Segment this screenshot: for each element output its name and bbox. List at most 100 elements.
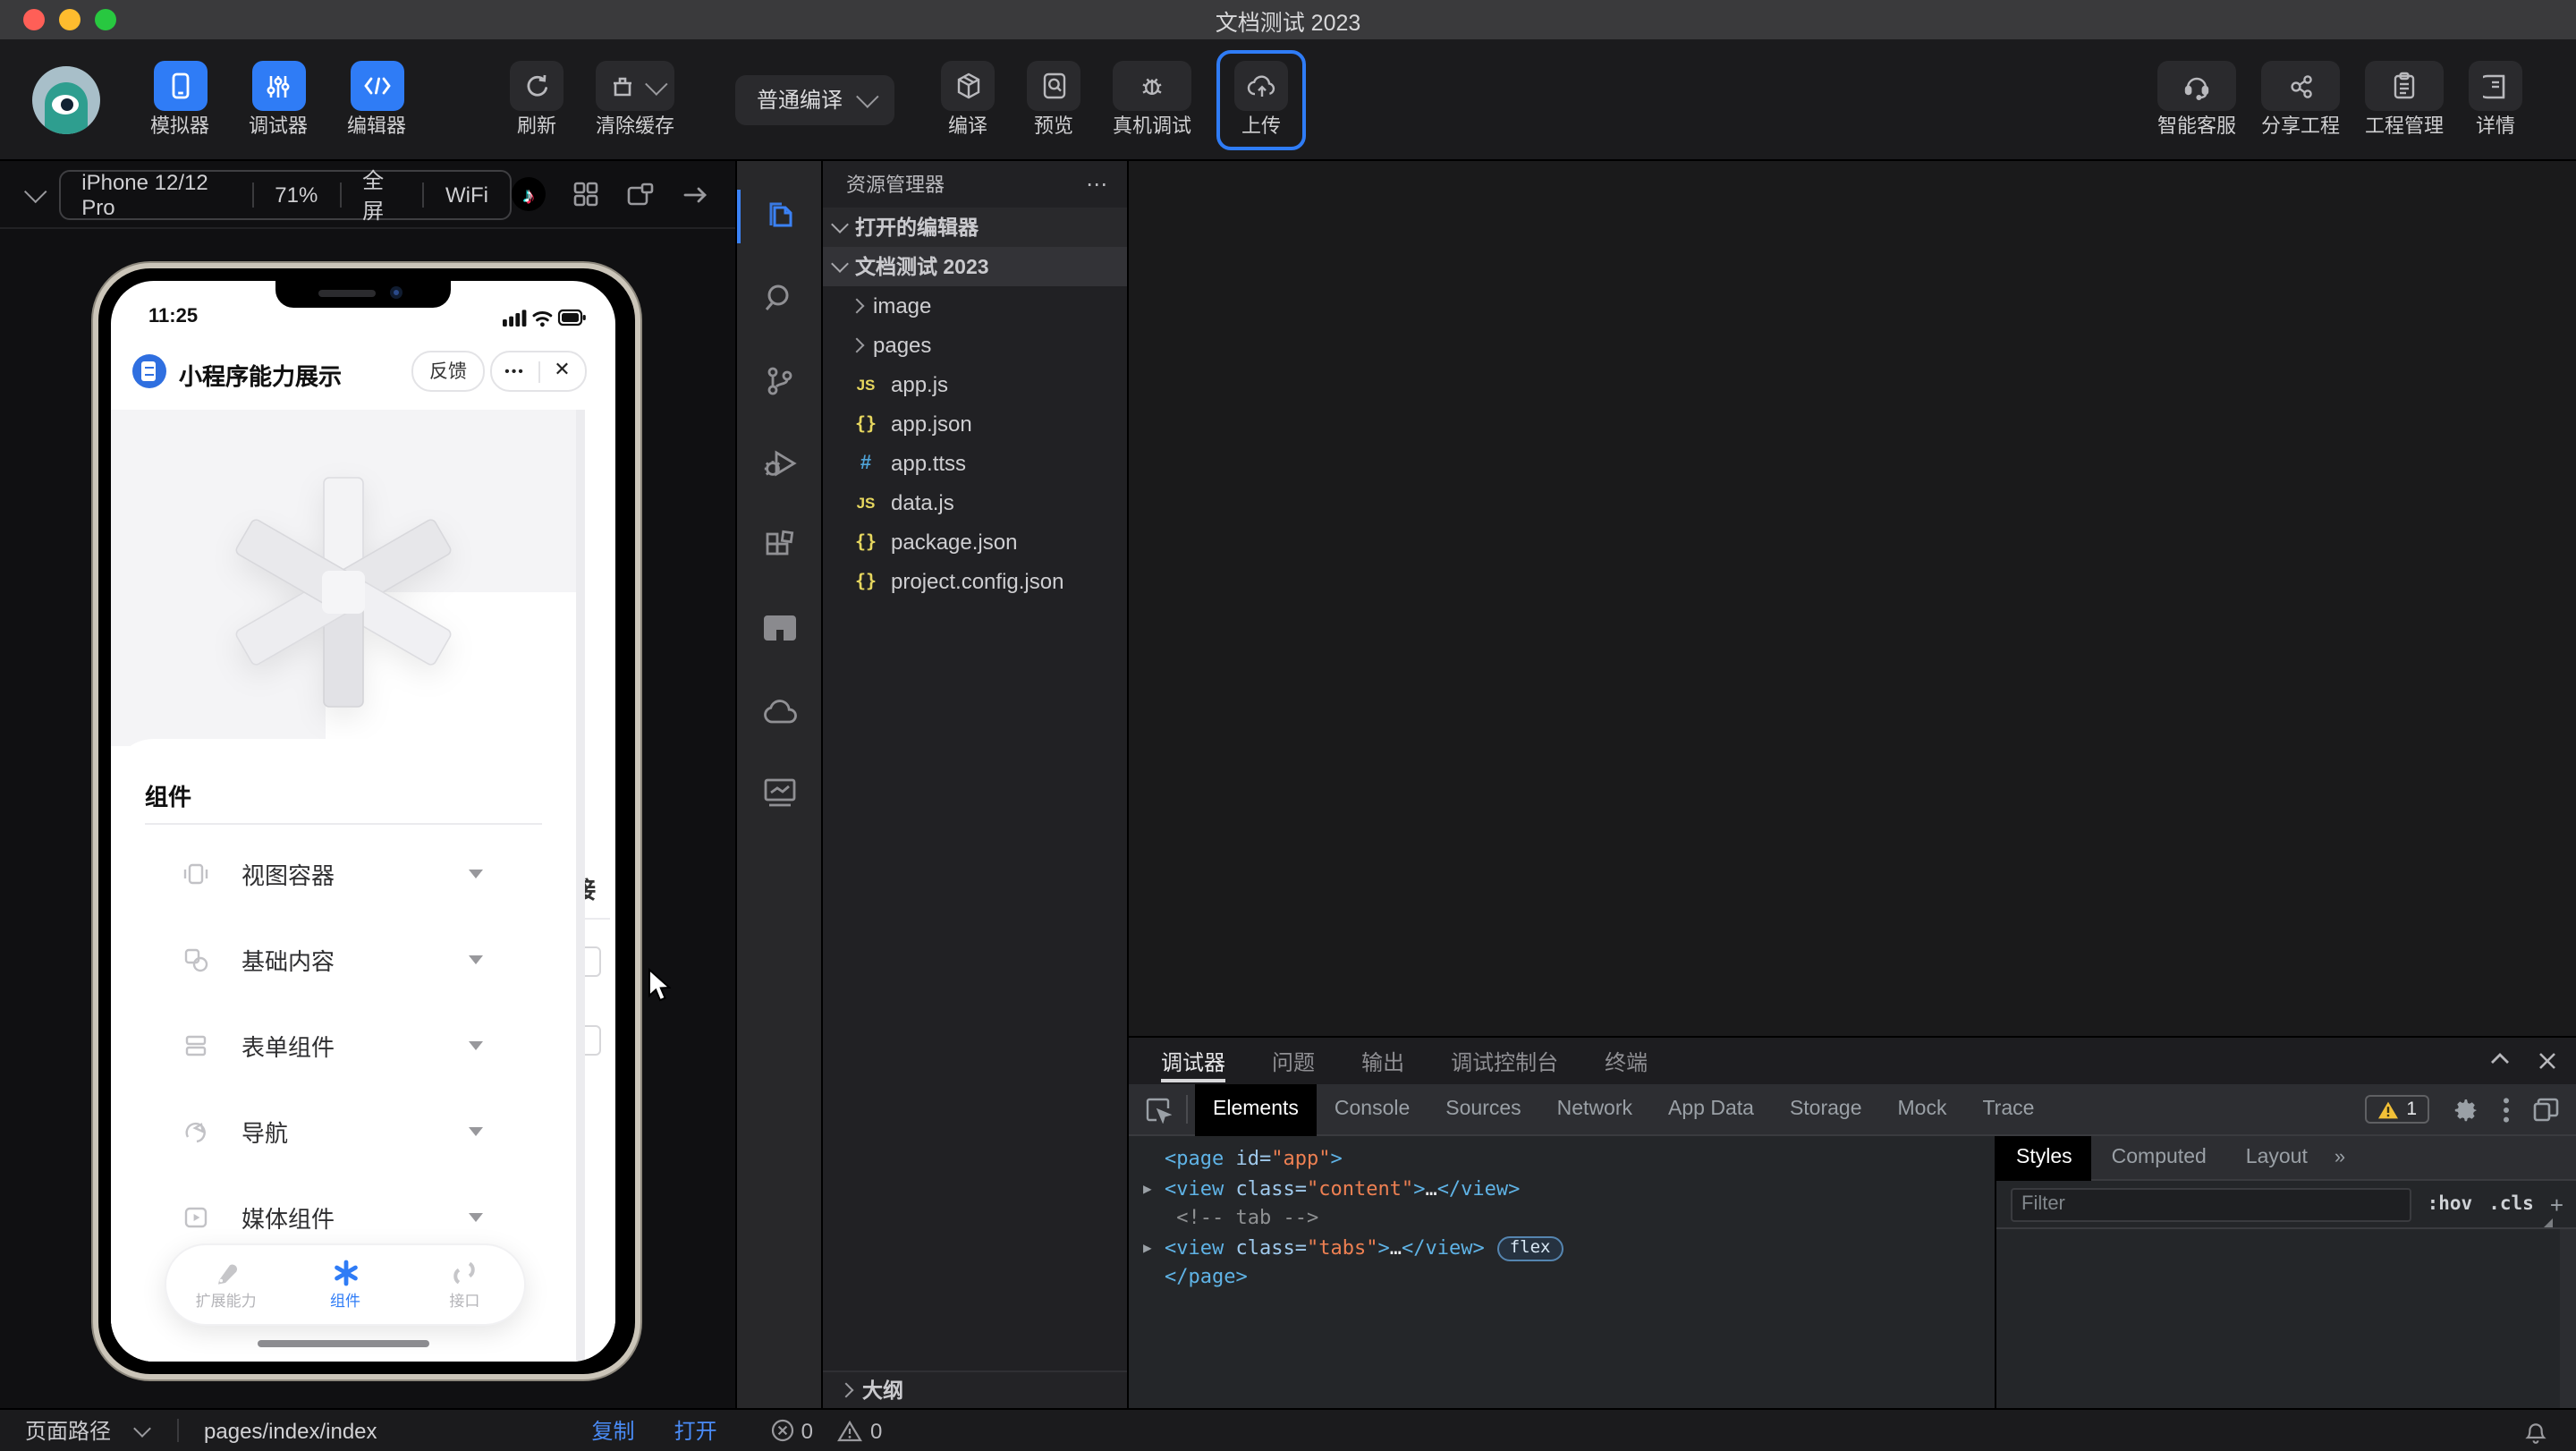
activity-search[interactable]	[737, 258, 823, 340]
styles-tab-styles[interactable]: Styles	[1996, 1135, 2092, 1180]
devtools-tab-appdata[interactable]: App Data	[1650, 1083, 1772, 1135]
compile-mode-dropdown[interactable]: 普通编译	[735, 74, 895, 124]
copy-path-button[interactable]: 复制	[592, 1415, 635, 1446]
activity-cloud[interactable]	[737, 669, 823, 751]
grid-icon[interactable]	[572, 181, 599, 208]
warning-counter[interactable]: 0	[838, 1418, 882, 1443]
tree-item-file[interactable]: {} app.json	[823, 404, 1127, 444]
douyin-logo-icon[interactable]: ♪	[512, 177, 546, 211]
media-component-icon	[184, 1206, 208, 1227]
dock-side-icon[interactable]	[2533, 1097, 2560, 1122]
git-branch-icon	[767, 367, 792, 395]
activity-debug[interactable]	[737, 422, 823, 505]
toolbar-remote-debug-button[interactable]: 真机调试	[1113, 61, 1192, 138]
styles-scrollbar[interactable]	[2560, 1229, 2576, 1408]
main-toolbar: 模拟器 调试器 编辑器 刷新 清除缓存 普通编译 编译 预览 真机调试 上传 智…	[0, 39, 2576, 161]
tree-item-file[interactable]: {} project.config.json	[823, 562, 1127, 601]
ttss-file-icon: #	[860, 453, 872, 474]
styles-tab-layout[interactable]: Layout	[2226, 1135, 2327, 1180]
feedback-button[interactable]: 反馈	[411, 351, 485, 392]
devtools-tab-mock[interactable]: Mock	[1880, 1083, 1965, 1135]
error-counter[interactable]: 0	[771, 1418, 813, 1443]
component-row-view-container[interactable]: 视图容器	[111, 850, 576, 896]
tree-item-folder[interactable]: image	[823, 286, 1127, 326]
tree-item-file[interactable]: JS data.js	[823, 483, 1127, 522]
toolbar-upload-button[interactable]: 上传	[1216, 49, 1307, 149]
activity-performance[interactable]	[737, 751, 823, 834]
component-row-basic-content[interactable]: 基础内容	[111, 936, 576, 982]
component-row-navigation[interactable]: 导航	[111, 1107, 576, 1154]
toolbar-refresh-button[interactable]: 刷新	[510, 61, 564, 138]
tree-item-file[interactable]: {} package.json	[823, 522, 1127, 562]
bug-icon	[1113, 61, 1192, 111]
component-row-form[interactable]: 表单组件	[111, 1022, 576, 1068]
devtools-tab-elements[interactable]: Elements	[1195, 1083, 1317, 1135]
settings-gear-icon[interactable]	[2453, 1096, 2479, 1123]
new-style-rule-button[interactable]: +	[2550, 1191, 2563, 1218]
collapse-up-icon[interactable]	[2490, 1052, 2510, 1065]
toolbar-detail-button[interactable]: 详情	[2469, 61, 2522, 138]
styles-filter-input[interactable]	[2011, 1187, 2411, 1221]
devtools-tab-network[interactable]: Network	[1539, 1083, 1650, 1135]
toolbar-preview-button[interactable]: 预览	[1027, 61, 1081, 138]
devtools-tab-console[interactable]: Console	[1317, 1083, 1428, 1135]
debugger-dock: 调试器 问题 输出 调试控制台 终端 Elements Console Sour…	[1129, 1036, 2576, 1408]
activity-storage[interactable]	[737, 587, 823, 669]
outline-section[interactable]: 大纲	[823, 1370, 1129, 1408]
toolbar-share-button[interactable]: 分享工程	[2261, 61, 2340, 138]
chevron-down-icon[interactable]	[133, 1420, 151, 1438]
device-selector[interactable]: iPhone 12/12 Pro 71% 全屏 WiFi	[58, 167, 512, 223]
page-path-label[interactable]: 页面路径	[25, 1415, 111, 1446]
styles-tab-computed[interactable]: Computed	[2092, 1135, 2226, 1180]
project-section[interactable]: 文档测试 2023	[823, 247, 1127, 286]
tab-extend-capability[interactable]: 扩展能力	[166, 1245, 285, 1324]
open-editors-section[interactable]: 打开的编辑器	[823, 208, 1127, 247]
component-row-media[interactable]: 媒体组件	[111, 1193, 576, 1240]
toolbar-debugger-toggle[interactable]: 调试器	[249, 61, 308, 138]
device-name[interactable]: iPhone 12/12 Pro	[60, 169, 251, 219]
kebab-menu-icon[interactable]	[2503, 1096, 2510, 1123]
tab-components[interactable]: 组件	[285, 1245, 404, 1324]
devtools-tab-sources[interactable]: Sources	[1428, 1083, 1538, 1135]
elements-code[interactable]: <page id= "app" > ▶ <view class= "content" >… <…	[1129, 1136, 1995, 1408]
tab-apis[interactable]: 接口	[405, 1245, 524, 1324]
device-fullscreen[interactable]: 全屏	[341, 167, 422, 223]
toolbar-clear-cache-button[interactable]: 清除缓存	[596, 61, 674, 138]
notifications-bell-icon[interactable]	[2524, 1418, 2547, 1443]
toolbar-compile-button[interactable]: 编译	[941, 61, 996, 138]
dock-tab-debug-console[interactable]: 调试控制台	[1451, 1038, 1558, 1084]
tree-item-file[interactable]: # app.ttss	[823, 444, 1127, 483]
devtools-tab-trace[interactable]: Trace	[1964, 1083, 2052, 1135]
device-scale[interactable]: 71%	[253, 171, 339, 217]
toolbar-simulator-toggle[interactable]: 模拟器	[150, 61, 209, 138]
open-path-button[interactable]: 打开	[674, 1415, 717, 1446]
toggle-hover-state[interactable]: :hov	[2428, 1193, 2473, 1215]
activity-source-control[interactable]	[737, 340, 823, 422]
more-menu-button[interactable]: •••	[492, 363, 538, 379]
tree-item-folder[interactable]: pages	[823, 326, 1127, 365]
toggle-class-editor[interactable]: .cls	[2488, 1193, 2534, 1215]
detach-window-icon[interactable]	[626, 182, 655, 207]
inspect-element-icon[interactable]	[1145, 1096, 1172, 1123]
dock-tab-debugger[interactable]: 调试器	[1161, 1038, 1226, 1084]
tree-item-file[interactable]: JS app.js	[823, 365, 1127, 404]
devtools-warning-badge[interactable]: 1	[2365, 1095, 2429, 1124]
toolbar-service-button[interactable]: 智能客服	[2157, 61, 2236, 138]
toolbar-project-button[interactable]: 工程管理	[2365, 61, 2444, 138]
dock-tab-problems[interactable]: 问题	[1272, 1038, 1315, 1084]
dock-tab-output[interactable]: 输出	[1361, 1038, 1404, 1084]
close-dock-icon[interactable]	[2538, 1052, 2556, 1070]
close-miniapp-button[interactable]: ✕	[539, 361, 585, 381]
user-avatar[interactable]	[32, 65, 100, 133]
device-network[interactable]: WiFi	[424, 171, 510, 217]
page-path-value[interactable]: pages/index/index	[204, 1418, 377, 1443]
chevron-down-icon[interactable]	[23, 180, 47, 203]
styles-tabs-overflow[interactable]: »	[2334, 1147, 2345, 1168]
arrow-right-icon[interactable]	[682, 183, 710, 205]
devtools-tab-storage[interactable]: Storage	[1772, 1083, 1880, 1135]
activity-files[interactable]	[737, 175, 823, 258]
activity-extensions[interactable]	[737, 505, 823, 587]
toolbar-editor-toggle[interactable]: 编辑器	[347, 61, 406, 138]
dock-tab-terminal[interactable]: 终端	[1605, 1038, 1648, 1084]
explorer-more-button[interactable]: ⋯	[1086, 172, 1109, 197]
